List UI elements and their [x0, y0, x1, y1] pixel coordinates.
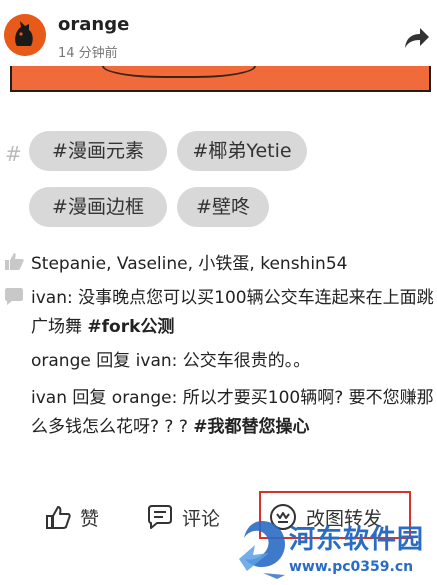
- comment-separator: :: [171, 351, 183, 371]
- reply-label: 回复: [66, 388, 112, 408]
- post-image[interactable]: [10, 66, 431, 92]
- comment-label: 评论: [182, 507, 221, 530]
- share-icon[interactable]: [401, 24, 431, 52]
- thumbs-up-icon: [3, 251, 25, 271]
- watermark-logo-icon: [239, 521, 285, 579]
- username[interactable]: orange: [58, 14, 129, 35]
- watermark-title: 河东软件园: [289, 525, 425, 555]
- tag-chip[interactable]: #漫画边框: [29, 187, 167, 227]
- watermark-url: www.pc0359.cn: [289, 559, 414, 575]
- comment-text: 公交车很贵的。。: [182, 351, 311, 371]
- comment-separator: :: [171, 388, 183, 408]
- post-header: orange 14 分钟前: [0, 0, 437, 70]
- avatar-image: [4, 14, 46, 56]
- post-image-detail: [102, 66, 256, 78]
- comment-separator: :: [66, 288, 79, 308]
- post-time: 14 分钟前: [58, 46, 118, 61]
- tag-chip[interactable]: #椰弟Yetie: [177, 131, 307, 171]
- comment-bubble-icon: [3, 287, 25, 307]
- comment-hashtag[interactable]: #我都替您操心: [193, 417, 309, 437]
- site-watermark: 河东软件园 www.pc0359.cn: [233, 515, 437, 585]
- comment-icon: [148, 505, 172, 529]
- comment-item[interactable]: ivan: 没事晚点您可以买100辆公交车连起来在上面跳广场舞 #fork公测: [31, 284, 436, 342]
- likes-list[interactable]: Stepanie, Vaseline, 小铁蛋, kenshin54: [31, 249, 347, 274]
- reply-label: 回复: [90, 351, 136, 371]
- comment-hashtag[interactable]: #fork公测: [87, 317, 174, 337]
- hashtag-icon: #: [5, 142, 22, 166]
- comment-item[interactable]: ivan 回复 orange: 所以才要买100辆啊? 要不您赚那么多钱怎么花呀…: [31, 384, 436, 442]
- comment-item[interactable]: orange 回复 ivan: 公交车很贵的。。: [31, 347, 436, 376]
- comment-author[interactable]: ivan: [31, 388, 67, 408]
- comment-author[interactable]: ivan: [31, 288, 67, 308]
- thumbs-up-icon: [46, 506, 71, 529]
- avatar[interactable]: [4, 14, 46, 56]
- like-button[interactable]: 赞: [44, 502, 99, 532]
- comment-button[interactable]: 评论: [146, 502, 220, 532]
- tag-chip[interactable]: #漫画元素: [29, 131, 167, 171]
- like-label: 赞: [80, 507, 100, 530]
- reply-target[interactable]: ivan: [136, 351, 172, 371]
- reply-target[interactable]: orange: [112, 388, 172, 408]
- tag-chip[interactable]: #壁咚: [177, 187, 269, 227]
- comment-author[interactable]: orange: [31, 351, 91, 371]
